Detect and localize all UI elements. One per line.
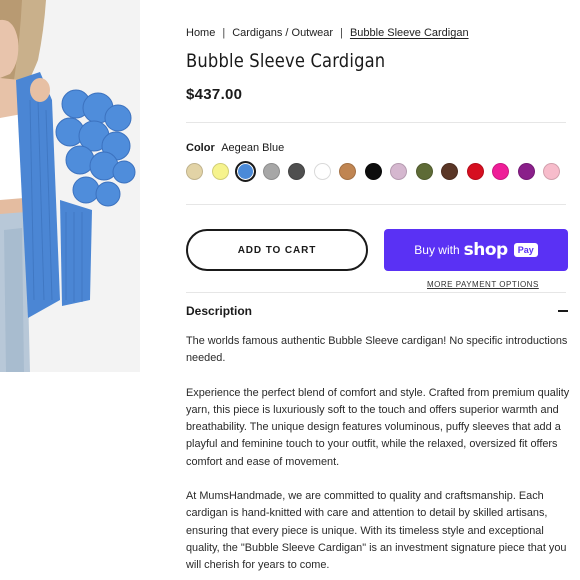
shop-pay-button[interactable]: Buy with shop Pay <box>384 229 568 271</box>
description-paragraph: Experience the perfect blend of comfort … <box>186 386 570 468</box>
color-swatch[interactable] <box>390 163 407 180</box>
buy-with-label: Buy with <box>414 243 460 257</box>
breadcrumb-separator: | <box>340 27 343 39</box>
product-price: $437.00 <box>186 86 243 103</box>
product-image[interactable] <box>0 0 140 372</box>
color-swatch[interactable] <box>364 163 382 180</box>
color-swatch[interactable] <box>186 163 203 180</box>
color-swatch[interactable] <box>288 163 305 180</box>
color-swatch[interactable] <box>517 163 535 180</box>
color-swatch[interactable] <box>339 163 356 180</box>
color-swatch[interactable] <box>441 163 458 180</box>
color-swatch[interactable] <box>543 163 560 180</box>
color-swatch[interactable] <box>211 163 229 180</box>
minus-icon <box>558 310 568 312</box>
pay-badge: Pay <box>513 243 538 257</box>
color-swatch[interactable] <box>262 163 280 180</box>
breadcrumb-home-link[interactable]: Home <box>186 27 215 39</box>
color-swatch[interactable] <box>313 163 331 180</box>
breadcrumb-current-link[interactable]: Bubble Sleeve Cardigan <box>350 27 469 39</box>
color-label: Color <box>186 142 215 154</box>
description-toggle[interactable]: Description <box>186 304 568 318</box>
cardigan-photo <box>0 0 140 372</box>
description-paragraph: At MumsHandmade, we are committed to qua… <box>186 490 567 572</box>
color-selector-label: Color Aegean Blue <box>186 142 284 154</box>
selected-color-name: Aegean Blue <box>221 142 285 154</box>
color-swatch[interactable] <box>492 163 509 180</box>
product-title: Bubble Sleeve Cardigan <box>186 50 386 72</box>
more-payment-options-link[interactable]: MORE PAYMENT OPTIONS <box>427 280 539 289</box>
color-swatches <box>186 161 560 182</box>
description-paragraph: The worlds famous authentic Bubble Sleev… <box>186 335 568 365</box>
breadcrumb-category-link[interactable]: Cardigans / Outwear <box>232 27 333 39</box>
divider <box>186 122 566 123</box>
description-heading: Description <box>186 304 253 318</box>
color-swatch[interactable] <box>415 163 433 180</box>
breadcrumb-separator: | <box>222 27 226 39</box>
divider <box>186 204 566 205</box>
breadcrumb: Home | Cardigans / Outwear | Bubble Sleeve C… <box>186 27 469 39</box>
color-swatch[interactable] <box>466 163 484 180</box>
divider <box>186 292 566 293</box>
shop-logo: shop <box>463 240 509 260</box>
description-body: The worlds famous authentic Bubble Sleev… <box>186 333 570 580</box>
color-swatch[interactable] <box>235 161 256 182</box>
add-to-cart-button[interactable]: ADD TO CART <box>186 229 368 271</box>
